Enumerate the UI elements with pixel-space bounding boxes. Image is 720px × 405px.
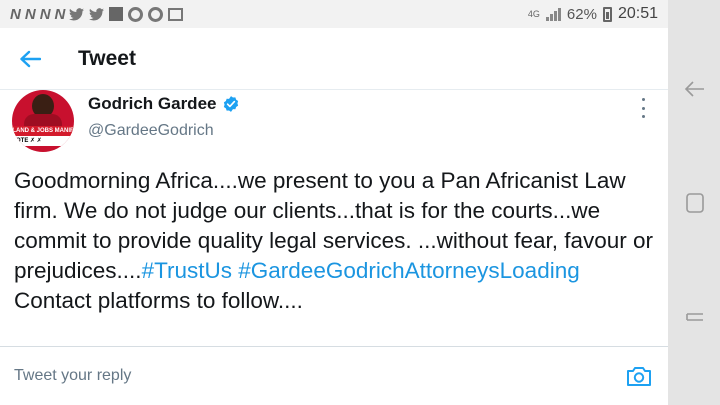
author-row: Godrich Gardee (88, 94, 240, 114)
status-bar: N N N N 4G 62% 20:51 (0, 0, 668, 28)
n-icon: N (10, 5, 21, 23)
status-right: 4G 62% 20:51 (528, 5, 658, 23)
notification-icons: N N N N (10, 5, 184, 23)
verified-badge-icon (224, 96, 239, 112)
back-button[interactable] (0, 28, 60, 90)
twitter-icon (69, 7, 85, 20)
reply-input[interactable] (14, 367, 574, 385)
home-nav-icon[interactable] (682, 190, 708, 216)
tweet-text: Goodmorning Africa....we present to you … (14, 166, 654, 346)
tweet-detail: LAND & JOBS MANIF OTE ✗ ✗ Godrich Gardee… (0, 90, 668, 345)
arrow-left-icon (20, 50, 41, 67)
recents-nav-icon[interactable] (682, 304, 708, 330)
tweet-body-end: Contact platforms to follow.... (14, 288, 303, 313)
avatar-banner: LAND & JOBS MANIF (12, 126, 74, 136)
avatar-ballot: OTE ✗ ✗ (12, 136, 74, 146)
app-header: Tweet (0, 28, 668, 90)
twitter-icon (89, 7, 105, 20)
n-icon: N (24, 5, 36, 23)
dot (641, 115, 645, 118)
back-nav-icon[interactable] (682, 76, 708, 102)
chrome-icon (128, 6, 144, 22)
page-title: Tweet (78, 46, 136, 70)
author-handle[interactable]: @GardeeGodrich (88, 122, 214, 140)
signal-icon (545, 7, 561, 21)
battery-icon (602, 6, 612, 22)
system-nav-bar (668, 0, 720, 405)
dot (641, 106, 645, 110)
network-type: 4G (527, 8, 540, 19)
battery-percent: 62% (566, 5, 597, 23)
reply-bar (0, 346, 668, 405)
dot (641, 98, 645, 101)
camera-icon[interactable] (626, 365, 652, 387)
image-icon (168, 7, 184, 21)
clock: 20:51 (617, 5, 658, 22)
avatar[interactable]: LAND & JOBS MANIF OTE ✗ ✗ (12, 90, 74, 152)
author-name[interactable]: Godrich Gardee (88, 94, 216, 114)
square-icon (109, 7, 124, 21)
hashtag-link[interactable]: #TrustUs (142, 258, 232, 283)
more-options-button[interactable] (636, 98, 650, 118)
n-icon: N (39, 5, 51, 23)
hashtag-link[interactable]: #GardeeGodrichAttorneysLoading (238, 258, 579, 283)
n-icon: N (54, 5, 66, 23)
chrome-icon (148, 6, 164, 22)
